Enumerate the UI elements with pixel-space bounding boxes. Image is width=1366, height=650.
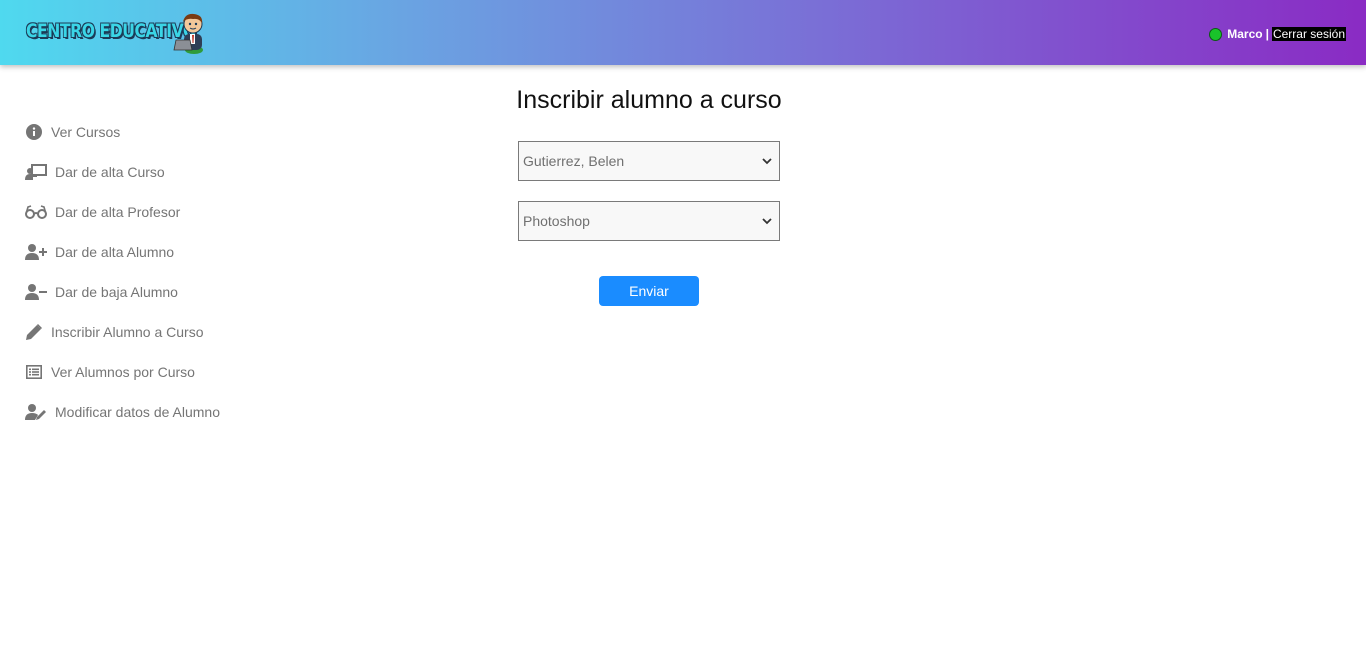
chevron-down-icon <box>762 218 772 225</box>
sidebar-nav: Ver Cursos Dar de alta Curso Dar de alta… <box>24 112 264 432</box>
user-name: Marco <box>1227 27 1263 41</box>
user-minus-icon <box>24 282 48 302</box>
sidebar-item-ver-alumnos[interactable]: Ver Alumnos por Curso <box>24 352 264 392</box>
list-icon <box>24 362 44 382</box>
sidebar-item-label: Dar de alta Curso <box>55 164 165 180</box>
student-laptop-icon <box>173 13 203 54</box>
sidebar-item-label: Inscribir Alumno a Curso <box>51 324 204 340</box>
sidebar-item-label: Ver Alumnos por Curso <box>51 364 195 380</box>
sidebar-item-label: Modificar datos de Alumno <box>55 404 220 420</box>
course-select-value: Photoshop <box>523 213 590 229</box>
glasses-icon <box>24 202 48 222</box>
logo-text: CENTRO EDUCATIVO <box>26 20 196 42</box>
online-status-icon <box>1209 27 1223 41</box>
sidebar-item-inscribir[interactable]: Inscribir Alumno a Curso <box>24 312 264 352</box>
sidebar-item-alta-curso[interactable]: Dar de alta Curso <box>24 152 264 192</box>
user-edit-icon <box>24 402 48 422</box>
sidebar-item-baja-alumno[interactable]: Dar de baja Alumno <box>24 272 264 312</box>
user-area: Marco | Cerrar sesión <box>1209 26 1346 42</box>
sidebar-item-label: Dar de baja Alumno <box>55 284 178 300</box>
pencil-icon <box>24 322 44 342</box>
sidebar-item-alta-profesor[interactable]: Dar de alta Profesor <box>24 192 264 232</box>
logout-link[interactable]: Cerrar sesión <box>1271 27 1346 41</box>
site-logo[interactable]: CENTRO EDUCATIVO <box>26 12 206 54</box>
info-circle-icon <box>24 122 44 142</box>
user-plus-icon <box>24 242 48 262</box>
top-header: CENTRO EDUCATIVO Marco | Cerrar sesión <box>0 0 1366 65</box>
sidebar-item-alta-alumno[interactable]: Dar de alta Alumno <box>24 232 264 272</box>
student-select[interactable]: Gutierrez, Belen <box>518 141 780 181</box>
sidebar-item-ver-cursos[interactable]: Ver Cursos <box>24 112 264 152</box>
course-select[interactable]: Photoshop <box>518 201 780 241</box>
separator: | <box>1265 27 1269 41</box>
sidebar-item-label: Dar de alta Profesor <box>55 204 181 220</box>
chalkboard-teacher-icon <box>24 162 48 182</box>
sidebar-item-modificar[interactable]: Modificar datos de Alumno <box>24 392 264 432</box>
page-title: Inscribir alumno a curso <box>516 86 782 114</box>
student-select-value: Gutierrez, Belen <box>523 153 625 169</box>
sidebar-item-label: Dar de alta Alumno <box>55 244 175 260</box>
submit-button[interactable]: Enviar <box>599 276 699 306</box>
sidebar-item-label: Ver Cursos <box>51 124 121 140</box>
chevron-down-icon <box>762 158 772 165</box>
